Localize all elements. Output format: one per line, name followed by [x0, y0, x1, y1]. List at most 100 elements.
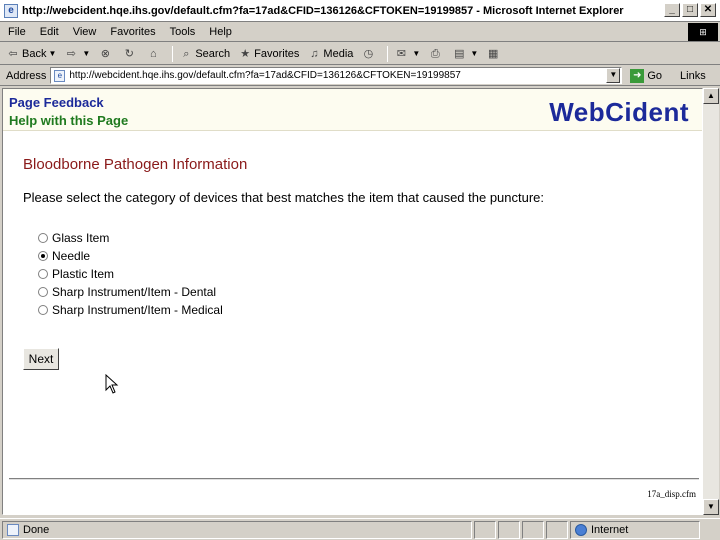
- option-glass-item[interactable]: Glass Item: [38, 229, 223, 247]
- edit-page-icon: ▤: [454, 47, 465, 60]
- option-label: Needle: [52, 249, 91, 263]
- scroll-up-button[interactable]: ▲: [703, 88, 719, 104]
- address-dropdown-button[interactable]: ▼: [606, 68, 621, 83]
- refresh-button[interactable]: ↻: [122, 47, 138, 61]
- chevron-down-icon: ▼: [48, 49, 57, 58]
- radio-button[interactable]: [38, 305, 48, 315]
- menu-tools[interactable]: Tools: [170, 26, 196, 38]
- print-icon: ⎙: [430, 47, 440, 60]
- favorites-star-icon: ★: [240, 47, 251, 60]
- media-button[interactable]: ♫ Media: [307, 47, 353, 61]
- menu-edit[interactable]: Edit: [40, 26, 59, 38]
- page-done-icon: [7, 523, 19, 536]
- status-panel: [474, 520, 496, 539]
- windows-logo-icon: ⊞: [688, 23, 718, 41]
- back-button-label: Back: [22, 47, 47, 60]
- forward-button[interactable]: ⇨ ▼: [64, 47, 91, 61]
- back-button[interactable]: ⇦ Back ▼: [6, 47, 56, 61]
- option-sharp-dental[interactable]: Sharp Instrument/Item - Dental: [38, 283, 223, 301]
- footer-file-name: 17a_disp.cfm: [647, 489, 696, 499]
- option-plastic-item[interactable]: Plastic Item: [38, 265, 223, 283]
- home-icon: ⌂: [149, 47, 157, 60]
- favorites-button[interactable]: ★ Favorites: [238, 47, 299, 61]
- print-button[interactable]: ⎙: [428, 47, 444, 61]
- device-category-options: Glass Item Needle Plastic Item Sharp Ins…: [38, 229, 223, 319]
- status-text: Done: [23, 523, 50, 536]
- discuss-button[interactable]: ▦: [486, 47, 502, 61]
- address-input[interactable]: e http://webcident.hqe.ihs.gov/default.c…: [50, 67, 623, 84]
- window-title-bar: e http://webcident.hqe.ihs.gov/default.c…: [0, 0, 720, 22]
- option-needle[interactable]: Needle: [38, 247, 223, 265]
- status-message: Done: [2, 520, 472, 539]
- search-button-label: Search: [195, 47, 231, 60]
- option-label: Glass Item: [52, 231, 110, 245]
- option-label: Sharp Instrument/Item - Dental: [52, 285, 217, 299]
- next-button[interactable]: Next: [23, 348, 59, 370]
- instructions-text: Please select the category of devices th…: [23, 190, 545, 205]
- scroll-down-button[interactable]: ▼: [703, 499, 719, 515]
- status-panel: [522, 520, 544, 539]
- close-button[interactable]: ✕: [700, 3, 716, 17]
- radio-button[interactable]: [38, 287, 48, 297]
- ie-page-icon: e: [4, 3, 18, 18]
- chevron-down-icon: ▼: [470, 49, 479, 58]
- mouse-cursor-icon: [105, 374, 119, 394]
- maximize-button[interactable]: □: [682, 3, 698, 17]
- stop-button[interactable]: ⊗: [98, 47, 114, 61]
- edit-button[interactable]: ▤ ▼: [452, 47, 478, 61]
- chevron-down-icon: ▼: [82, 49, 91, 58]
- minimize-button[interactable]: _: [664, 3, 680, 17]
- links-toolbar[interactable]: Links: [680, 70, 706, 82]
- history-icon: ◷: [363, 47, 374, 60]
- status-panel: [546, 520, 568, 539]
- toolbar-divider: [387, 45, 389, 62]
- security-zone: Internet: [570, 520, 700, 539]
- address-label: Address: [6, 69, 47, 82]
- home-button[interactable]: ⌂: [146, 47, 162, 61]
- zone-label: Internet: [591, 523, 629, 536]
- page-header: Page Feedback Help with this Page WebCid…: [3, 89, 702, 131]
- go-arrow-icon: ➜: [630, 68, 645, 83]
- search-button[interactable]: ⌕ Search: [179, 47, 230, 61]
- option-label: Sharp Instrument/Item - Medical: [52, 303, 223, 317]
- help-with-page-link[interactable]: Help with this Page: [9, 113, 128, 128]
- page-feedback-link[interactable]: Page Feedback: [9, 95, 104, 110]
- go-label: Go: [647, 69, 663, 82]
- chevron-down-icon: ▼: [412, 49, 421, 58]
- history-button[interactable]: ◷: [361, 47, 377, 61]
- search-icon: ⌕: [183, 47, 190, 60]
- address-bar: Address e http://webcident.hqe.ihs.gov/d…: [0, 66, 720, 86]
- address-url: http://webcident.hqe.ihs.gov/default.cfm…: [69, 70, 461, 81]
- discuss-icon: ▦: [488, 47, 499, 60]
- media-icon: ♫: [310, 47, 319, 60]
- mail-button[interactable]: ✉ ▼: [394, 47, 421, 61]
- menu-help[interactable]: Help: [209, 26, 232, 38]
- go-button[interactable]: ➜ Go: [630, 68, 663, 83]
- media-button-label: Media: [323, 47, 354, 60]
- radio-button-selected[interactable]: [38, 251, 48, 261]
- menu-bar: File Edit View Favorites Tools Help ⊞: [0, 22, 720, 42]
- option-sharp-medical[interactable]: Sharp Instrument/Item - Medical: [38, 301, 223, 319]
- vertical-scrollbar[interactable]: ▲ ▼: [703, 88, 719, 515]
- footer-divider: [9, 478, 699, 480]
- radio-button[interactable]: [38, 233, 48, 243]
- refresh-icon: ↻: [124, 47, 134, 60]
- menu-favorites[interactable]: Favorites: [110, 26, 155, 38]
- menu-view[interactable]: View: [73, 26, 97, 38]
- favorites-button-label: Favorites: [254, 47, 300, 60]
- back-arrow-icon: ⇦: [8, 47, 18, 60]
- page-icon: e: [54, 69, 66, 82]
- forward-arrow-icon: ⇨: [66, 47, 76, 60]
- mail-icon: ✉: [396, 47, 406, 60]
- webcident-logo: WebCident: [549, 97, 689, 127]
- stop-icon: ⊗: [100, 47, 110, 60]
- status-panel: [498, 520, 520, 539]
- section-title: Bloodborne Pathogen Information: [23, 156, 248, 173]
- standard-toolbar: ⇦ Back ▼ ⇨ ▼ ⊗ ↻ ⌂ ⌕ Search ★ Favorites …: [0, 43, 720, 65]
- page-viewport: Page Feedback Help with this Page WebCid…: [2, 88, 703, 515]
- radio-button[interactable]: [38, 269, 48, 279]
- option-label: Plastic Item: [52, 267, 115, 281]
- toolbar-divider: [172, 45, 174, 62]
- menu-file[interactable]: File: [8, 26, 26, 38]
- window-title: http://webcident.hqe.ihs.gov/default.cfm…: [22, 4, 624, 17]
